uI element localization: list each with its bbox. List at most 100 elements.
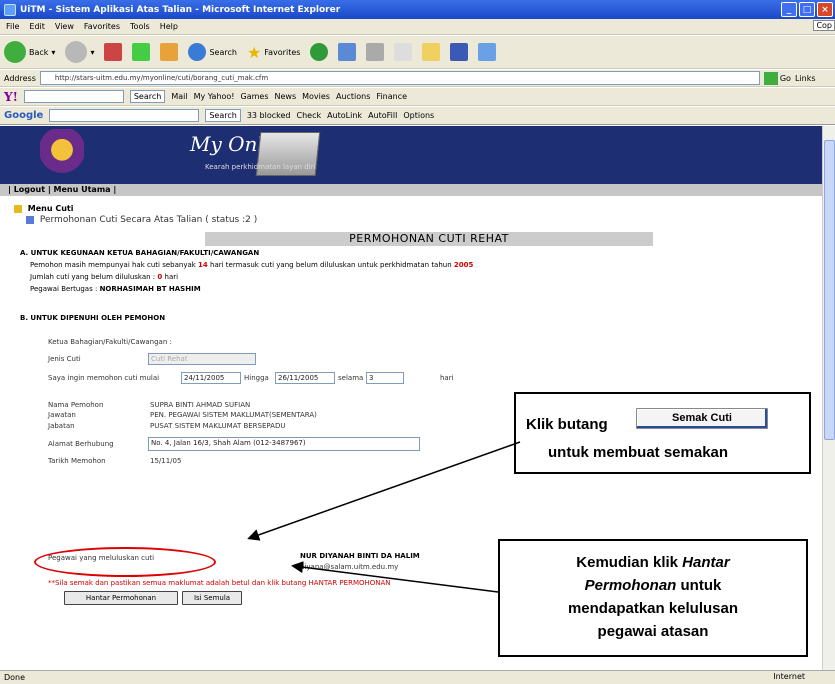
history-icon[interactable] [338, 43, 357, 61]
scrollbar-thumb[interactable] [824, 140, 835, 440]
home-icon[interactable] [160, 43, 179, 61]
menu-tools[interactable]: Tools [130, 22, 150, 31]
google-logo[interactable]: Google [4, 110, 43, 121]
days-input[interactable]: 3 [366, 372, 404, 384]
status-text: Done [4, 673, 26, 682]
leave-days: 14 [198, 261, 208, 269]
yahoo-auctions[interactable]: Auctions [336, 92, 370, 101]
approver-email: diyana@salam.uitm.edu.my [300, 563, 399, 571]
leave-type-select[interactable]: Cuti Rehat [148, 353, 256, 365]
messenger-icon[interactable] [450, 43, 469, 61]
approver-name: NUR DIYANAH BINTI DA HALIM [300, 552, 420, 560]
address-field-input[interactable]: No. 4, Jalan 16/3, Shah Alam (012-348796… [148, 437, 420, 451]
yahoo-search-button[interactable]: Search [129, 90, 166, 103]
days-unit: hari [440, 374, 454, 382]
section-a: A. UNTUK KEGUNAAN KETUA BAHAGIAN/FAKULTI… [20, 249, 474, 293]
go-button[interactable]: Go [763, 71, 791, 85]
forward-arrow-icon [65, 41, 88, 63]
google-search-button[interactable]: Search [205, 109, 241, 122]
spell-check[interactable]: Check [296, 111, 321, 120]
minimize-button[interactable]: _ [781, 2, 797, 17]
banner-subtitle: Kearah perkhidmatan layan diri [205, 163, 316, 171]
media-icon[interactable] [310, 43, 329, 61]
window-title: UiTM - Sistem Aplikasi Atas Talian - Mic… [20, 4, 341, 15]
start-date-input[interactable]: 24/11/2005 [181, 372, 241, 384]
vertical-scrollbar[interactable] [822, 126, 835, 670]
callout1-text1: Klik butang [526, 416, 608, 433]
menu-favorites[interactable]: Favorites [84, 22, 120, 31]
yahoo-my-yahoo[interactable]: My Yahoo! [194, 92, 235, 101]
window-titlebar: UiTM - Sistem Aplikasi Atas Talian - Mic… [0, 0, 835, 19]
yahoo-mail[interactable]: Mail [171, 92, 187, 101]
menu-bar: File Edit View Favorites Tools Help Cop [0, 19, 835, 35]
form-heading: PERMOHONAN CUTI REHAT [205, 232, 653, 246]
submit-application-button[interactable]: Hantar Permohonan [64, 591, 178, 605]
stop-icon[interactable] [104, 43, 123, 61]
favorites-button[interactable]: ★ Favorites [247, 43, 300, 62]
menu-edit[interactable]: Edit [29, 22, 45, 31]
standard-toolbar: Back ▾ ▾ Search ★ Favorites [0, 36, 835, 69]
address-label: Address [4, 73, 36, 83]
search-button[interactable]: Search [188, 43, 237, 61]
address-bar: Address http://stars-uitm.edu.my/myonlin… [0, 70, 835, 87]
apply-date-value: 15/11/05 [150, 457, 182, 465]
yahoo-toolbar: Y! Search Mail My Yahoo! Games News Movi… [0, 88, 835, 106]
autolink[interactable]: AutoLink [327, 111, 362, 120]
back-arrow-icon [4, 41, 26, 63]
dept2-label: Jabatan [48, 422, 75, 430]
yahoo-news[interactable]: News [275, 92, 297, 101]
leave-year: 2005 [453, 261, 474, 269]
semak-cuti-button[interactable]: Semak Cuti [636, 408, 768, 429]
edit-icon[interactable] [422, 43, 441, 61]
apply-label: Saya ingin memohon cuti mulai [48, 374, 160, 382]
leave-type-label: Jenis Cuti [48, 355, 81, 363]
yahoo-games[interactable]: Games [241, 92, 269, 101]
reset-button[interactable]: Isi Semula [182, 591, 242, 605]
address-input[interactable]: http://stars-uitm.edu.my/myonline/cuti/b… [39, 71, 760, 85]
refresh-icon[interactable] [132, 43, 151, 61]
approver-highlight [34, 547, 216, 577]
menu-file[interactable]: File [6, 22, 19, 31]
end-date-input[interactable]: 26/11/2005 [275, 372, 335, 384]
yahoo-finance[interactable]: Finance [376, 92, 407, 101]
google-toolbar: Google Search 33 blocked Check AutoLink … [0, 107, 835, 125]
popup-blocked[interactable]: 33 blocked [247, 111, 291, 120]
uitm-logo [40, 129, 84, 181]
maximize-button[interactable]: □ [799, 2, 815, 17]
status-bar: Done Internet [0, 670, 835, 684]
menu-child[interactable]: Permohonan Cuti Secara Atas Talian ( sta… [40, 215, 257, 225]
go-arrow-icon [763, 71, 778, 85]
callout-hantar: Kemudian klik Hantar Permohonan untuk me… [498, 539, 808, 657]
print-icon[interactable] [394, 43, 413, 61]
yahoo-logo[interactable]: Y! [4, 90, 18, 104]
yahoo-movies[interactable]: Movies [302, 92, 330, 101]
menu-view[interactable]: View [55, 22, 74, 31]
page-icon [26, 215, 34, 224]
google-options[interactable]: Options [403, 111, 434, 120]
logout-nav[interactable]: | Logout | Menu Utama | [0, 184, 822, 196]
google-search-input[interactable] [49, 109, 200, 122]
until-label: Hingga [244, 374, 269, 382]
back-button[interactable]: Back ▾ [4, 41, 55, 63]
name-label: Nama Pemohon [48, 401, 104, 409]
menu-root[interactable]: Menu Cuti [28, 204, 74, 213]
callout1-text2: untuk membuat semakan [548, 444, 729, 461]
dept-label: Ketua Bahagian/Fakulti/Cawangan : [48, 338, 172, 346]
close-button[interactable]: × [817, 2, 833, 17]
name-value: SUPRA BINTI AHMAD SUFIAN [150, 401, 251, 409]
search-icon [188, 43, 207, 61]
confirm-note: **Sila semak dan pastikan semua maklumat… [48, 579, 391, 587]
apply-date-label: Tarikh Memohon [48, 457, 106, 465]
links-label[interactable]: Links [795, 74, 816, 83]
menu-tree: Menu Cuti Permohonan Cuti Secara Atas Ta… [14, 204, 257, 225]
mail-icon[interactable] [366, 43, 385, 61]
autofill[interactable]: AutoFill [368, 111, 397, 120]
menu-help[interactable]: Help [160, 22, 178, 31]
post-value: PEN. PEGAWAI SISTEM MAKLUMAT(SEMENTARA) [150, 411, 317, 419]
window-controls: _ □ × [781, 2, 833, 17]
forward-button[interactable]: ▾ [65, 41, 94, 63]
research-icon[interactable] [478, 43, 497, 61]
callout-semak: Klik butang Semak Cuti untuk membuat sem… [514, 392, 811, 474]
post-label: Jawatan [48, 411, 76, 419]
yahoo-search-input[interactable] [23, 90, 124, 103]
